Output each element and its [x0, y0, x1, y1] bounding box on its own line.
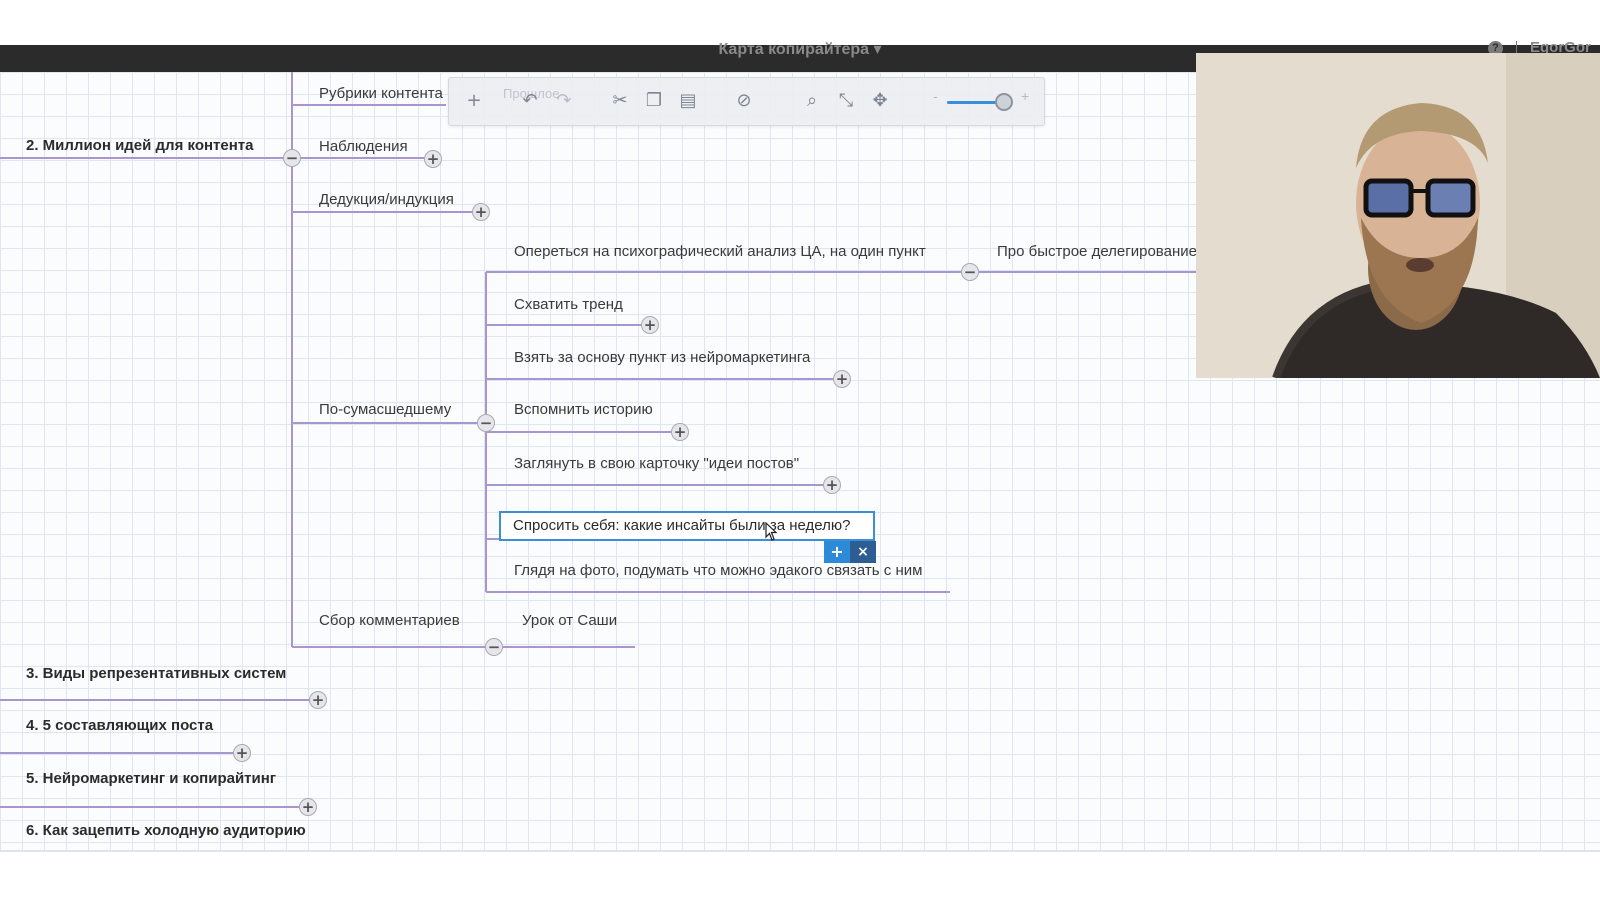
expand-toggle-icon[interactable]: +	[233, 744, 251, 762]
search-icon[interactable]: ⌕	[801, 90, 823, 112]
presenter-video	[1196, 53, 1600, 378]
main-node-2[interactable]: 2. Миллион идей для контента	[26, 137, 253, 154]
paste-icon[interactable]: ▤	[677, 90, 699, 112]
canvas-bottom-border	[0, 850, 1600, 852]
redo-icon[interactable]: ↷	[553, 90, 575, 112]
sub-node-observations[interactable]: Наблюдения	[319, 138, 408, 155]
idea-neuromarketing[interactable]: Взять за основу пункт из нейромаркетинга	[514, 349, 810, 366]
toolbar: Прошлое + ↶ ↷ ✂ ❐ ▤ ⊘ ⌕ ⤡ ✥ - +	[448, 77, 1045, 126]
sub-node-crazy[interactable]: По-сумасшедшему	[319, 401, 451, 418]
zoom-slider-handle[interactable]	[995, 93, 1013, 111]
mouse-cursor-icon	[765, 522, 778, 541]
expand-icon[interactable]: ✥	[869, 90, 891, 112]
expand-toggle-icon[interactable]: +	[309, 691, 327, 709]
edit-controls: + ×	[824, 541, 876, 563]
idea-psychographic[interactable]: Опереться на психографический анализ ЦА,…	[514, 243, 926, 260]
expand-toggle-icon[interactable]: +	[671, 423, 689, 441]
add-icon[interactable]: +	[463, 90, 485, 112]
main-node-5[interactable]: 5. Нейромаркетинг и копирайтинг	[26, 770, 276, 787]
sub-node-deduction[interactable]: Дедукция/индукция	[319, 191, 454, 208]
idea-trend[interactable]: Схватить тренд	[514, 296, 623, 313]
expand-toggle-icon[interactable]: +	[472, 203, 490, 221]
collapse-toggle-icon[interactable]: −	[961, 263, 979, 281]
main-node-4[interactable]: 4. 5 составляющих поста	[26, 717, 213, 734]
expand-toggle-icon[interactable]: +	[833, 370, 851, 388]
expand-toggle-icon[interactable]: +	[823, 476, 841, 494]
add-child-button[interactable]: +	[824, 541, 850, 563]
sub-node-comments[interactable]: Сбор комментариев	[319, 612, 460, 629]
collapse-toggle-icon[interactable]: −	[477, 414, 495, 432]
node-edit-field[interactable]: Спросить себя: какие инсайты были за нед…	[499, 511, 875, 541]
leaf-delegation[interactable]: Про быстрое делегирование	[997, 243, 1197, 260]
clear-icon[interactable]: ⊘	[733, 90, 755, 112]
collapse-toggle-icon[interactable]: −	[485, 638, 503, 656]
sub-node-rubrics[interactable]: Рубрики контента	[319, 85, 443, 102]
webcam-overlay	[1196, 53, 1600, 378]
idea-history[interactable]: Вспомнить историю	[514, 401, 653, 418]
expand-toggle-icon[interactable]: +	[641, 316, 659, 334]
collapse-icon[interactable]: ⤡	[835, 90, 857, 112]
copy-icon[interactable]: ❐	[643, 90, 665, 112]
expand-toggle-icon[interactable]: +	[299, 798, 317, 816]
zoom-in-icon[interactable]: +	[1021, 88, 1029, 104]
leaf-lesson[interactable]: Урок от Саши	[522, 612, 617, 629]
main-node-6[interactable]: 6. Как зацепить холодную аудиторию	[26, 822, 306, 839]
close-edit-button[interactable]: ×	[850, 541, 876, 563]
expand-toggle-icon[interactable]: +	[424, 150, 442, 168]
idea-photo[interactable]: Глядя на фото, подумать что можно эдаког…	[514, 562, 922, 579]
undo-icon[interactable]: ↶	[519, 90, 541, 112]
collapse-toggle-icon[interactable]: −	[283, 149, 301, 167]
cut-icon[interactable]: ✂	[609, 90, 631, 112]
idea-post-card[interactable]: Заглянуть в свою карточку "идеи постов"	[514, 455, 799, 472]
main-node-3[interactable]: 3. Виды репрезентативных систем	[26, 665, 286, 682]
zoom-out-icon[interactable]: -	[933, 88, 938, 104]
